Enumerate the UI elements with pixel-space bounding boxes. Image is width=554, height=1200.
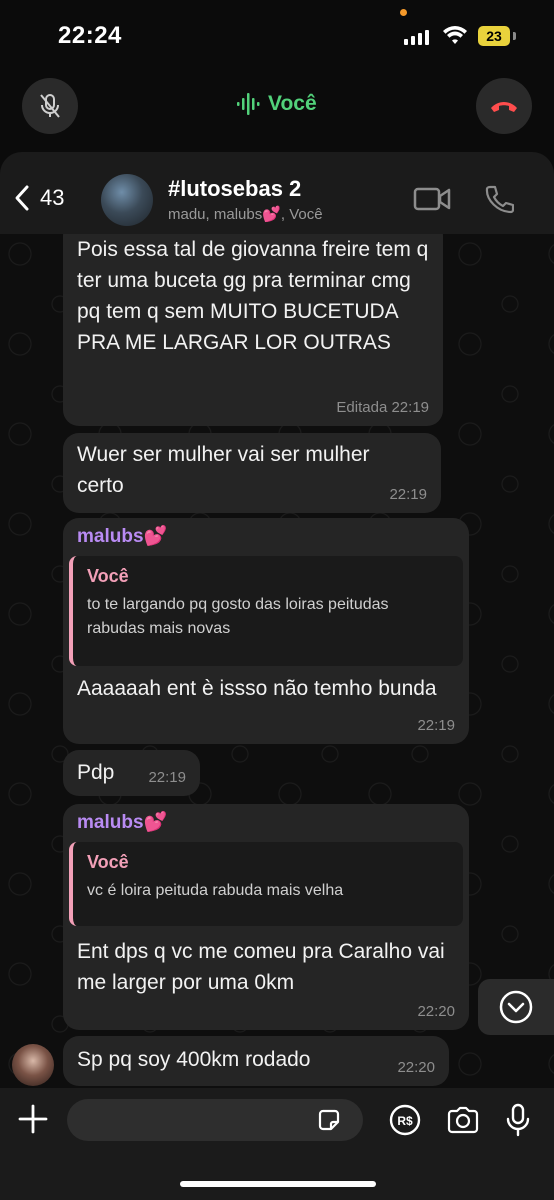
battery-level: 23: [478, 26, 510, 46]
message-time: 22:20: [417, 1003, 455, 1020]
sender-name: malubs💕: [77, 526, 168, 547]
message-text: Sp pq soy 400km rodado: [77, 1048, 311, 1071]
message-text: Pois essa tal de giovanna freire tem q t…: [77, 238, 429, 354]
message-time: Editada 22:19: [336, 399, 429, 416]
phone-icon: [485, 185, 515, 214]
battery-icon: 23: [478, 26, 516, 46]
waveform-icon: [237, 93, 260, 115]
sticker-button[interactable]: [317, 1108, 341, 1137]
message-text: Aaaaaah ent è issso não temho bunda: [77, 677, 437, 700]
video-call-button[interactable]: [413, 186, 451, 217]
group-avatar[interactable]: [101, 174, 153, 226]
mic-off-icon: [40, 94, 60, 118]
call-status[interactable]: Você: [236, 92, 317, 116]
unread-count: 43: [40, 185, 65, 210]
message-time: 22:20: [397, 1059, 435, 1076]
sender-name: malubs💕: [77, 812, 168, 833]
chevron-down-circle-icon: [499, 990, 533, 1024]
message-bubble[interactable]: malubs💕 Você to te largando pq gosto das…: [63, 518, 469, 744]
brl-currency-icon: R$: [389, 1104, 421, 1136]
microphone-icon: [506, 1103, 530, 1137]
reply-quote[interactable]: Você to te largando pq gosto das loiras …: [69, 556, 463, 666]
sender-avatar[interactable]: [12, 1044, 54, 1086]
voice-message-button[interactable]: [505, 1103, 531, 1142]
privacy-indicator-dot: [400, 9, 407, 16]
signal-icon: [404, 30, 429, 45]
quote-sender: Você: [87, 852, 129, 872]
message-time: 22:19: [389, 486, 427, 503]
group-members[interactable]: madu, malubs💕, Você: [168, 205, 323, 223]
message-bubble[interactable]: Sp pq soy 400km rodado 22:20: [63, 1036, 449, 1086]
wifi-icon: [442, 26, 468, 51]
message-bubble[interactable]: malubs💕 Você vc é loira peituda rabuda m…: [63, 804, 469, 1030]
chat-area[interactable]: Pois essa tal de giovanna freire tem q t…: [0, 234, 554, 1088]
sticker-icon: [318, 1109, 340, 1131]
home-indicator[interactable]: [180, 1181, 376, 1187]
call-name: Você: [268, 92, 317, 115]
message-text: Ent dps q vc me comeu pra Caralho vai me…: [77, 940, 445, 994]
payment-button[interactable]: R$: [389, 1104, 421, 1141]
hang-up-icon: [491, 102, 517, 112]
voice-call-button[interactable]: [484, 184, 515, 219]
svg-text:R$: R$: [397, 1114, 413, 1128]
end-call-button[interactable]: [476, 78, 532, 134]
quote-text: vc é loira peituda rabuda mais velha: [87, 882, 344, 899]
status-time: 22:24: [58, 22, 122, 49]
group-title[interactable]: #lutosebas 2: [168, 176, 301, 202]
reply-quote[interactable]: Você vc é loira peituda rabuda mais velh…: [69, 842, 463, 926]
quote-text: to te largando pq gosto das loiras peitu…: [87, 596, 389, 637]
message-bubble[interactable]: Wuer ser mulher vai ser mulher certo 22:…: [63, 433, 441, 513]
message-time: 22:19: [148, 769, 186, 786]
message-bubble[interactable]: Pois essa tal de giovanna freire tem q t…: [63, 234, 443, 426]
message-text: Wuer ser mulher vai ser mulher certo: [77, 443, 370, 497]
quote-sender: Você: [87, 566, 129, 586]
message-bubble[interactable]: Pdp 22:19: [63, 750, 200, 796]
attach-button[interactable]: [18, 1104, 48, 1139]
chevron-left-icon: [15, 185, 29, 211]
camera-button[interactable]: [446, 1106, 480, 1139]
camera-icon: [447, 1106, 479, 1134]
video-camera-icon: [413, 187, 451, 211]
mute-button[interactable]: [22, 78, 78, 134]
back-button[interactable]: 43: [14, 184, 64, 212]
message-time: 22:19: [417, 717, 455, 734]
scroll-to-bottom-button[interactable]: [478, 979, 554, 1035]
plus-icon: [18, 1104, 48, 1134]
